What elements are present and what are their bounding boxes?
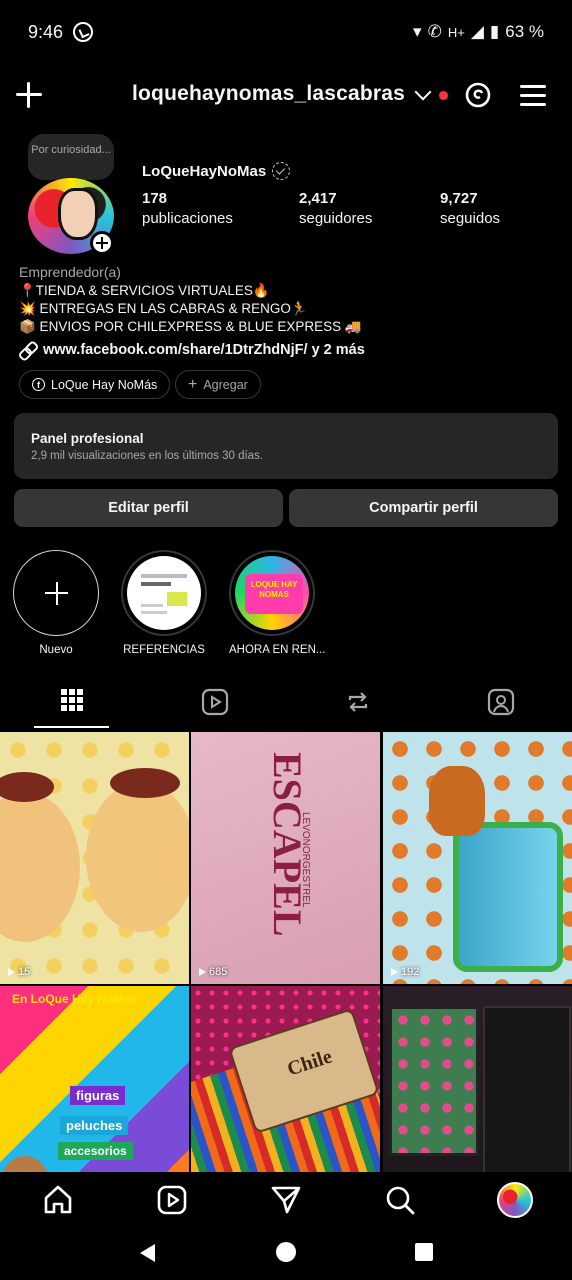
repost-icon [348, 692, 367, 712]
profile-header: loquehaynomas_lascabras [0, 72, 572, 122]
link-icon [19, 342, 35, 358]
tab-reposts[interactable] [286, 676, 429, 732]
grid-post[interactable]: 15 [0, 732, 189, 984]
network-type: H+ [447, 24, 465, 40]
battery-icon: ▮ [489, 22, 500, 41]
stat-followers[interactable]: 2,417 seguidores [299, 190, 372, 227]
status-bar: 9:46 ▾ ✆ H+ ◢ ▮ 63 % [0, 0, 572, 64]
home-icon[interactable] [40, 1182, 76, 1218]
promo-item: peluches [60, 1116, 129, 1135]
panel-subtitle: 2,9 mil visualizaciones en los últimos 3… [31, 450, 264, 462]
plus-icon [13, 550, 99, 636]
profile-category: Emprendedor(a) [19, 264, 121, 280]
active-tab-indicator [34, 726, 109, 728]
bio-link[interactable]: www.facebook.com/share/1DtrZhdNjF/ y 2 m… [19, 342, 365, 358]
threads-icon[interactable] [464, 81, 492, 109]
call-icon: ✆ [427, 22, 442, 41]
threads-badge-icon[interactable] [272, 162, 291, 180]
stat-following-label: seguidos [440, 210, 501, 227]
battery-percent: 63 % [505, 22, 544, 41]
wifi-icon: ▾ [413, 22, 422, 41]
edit-profile-button[interactable]: Editar perfil [14, 489, 283, 527]
reels-icon [201, 688, 228, 716]
highlight-ahora[interactable]: LOQUE HAY NOMAS AHORA EN REN... [229, 550, 326, 656]
profile-tabs [0, 676, 572, 732]
status-time: 9:46 [28, 21, 64, 42]
promo-title: En LoQue Hay NoMas [12, 992, 137, 1006]
bottom-nav [0, 1172, 572, 1228]
facebook-pill[interactable]: f LoQue Hay NoMás [19, 370, 171, 399]
tab-grid[interactable] [0, 676, 143, 732]
add-pill[interactable]: + Agregar [175, 370, 261, 399]
system-navigation [0, 1228, 572, 1280]
highlight-sign: LOQUE HAY NOMAS [245, 574, 303, 614]
views-count: 192 [391, 966, 419, 978]
grid-icon [60, 689, 83, 711]
create-icon[interactable] [14, 80, 44, 110]
bio-line: 📦 ENVIOS POR CHILEXPRESS & BLUE EXPRESS … [19, 319, 362, 334]
display-name: LoQueHayNoMas [142, 162, 267, 180]
highlight-cover [121, 550, 207, 636]
reels-nav-icon[interactable] [154, 1182, 190, 1218]
highlight-referencias[interactable]: REFERENCIAS [121, 550, 207, 656]
tab-tagged[interactable] [429, 676, 572, 732]
box-sub: LEVONORGESTREL [300, 812, 311, 908]
highlight-label: REFERENCIAS [123, 644, 205, 656]
account-username[interactable]: loquehaynomas_lascabras [132, 82, 405, 106]
search-icon[interactable] [382, 1182, 418, 1218]
bio-line: 📍TIENDA & SERVICIOS VIRTUALES🔥 [19, 283, 270, 298]
panel-title: Panel profesional [31, 431, 144, 446]
profile-nav-avatar[interactable] [497, 1182, 533, 1218]
note-bubble[interactable]: Por curiosidad... [28, 134, 114, 180]
whatsapp-icon [73, 22, 94, 42]
facebook-icon: f [32, 378, 45, 391]
menu-icon[interactable] [520, 82, 548, 108]
grid-post[interactable]: 192 [383, 732, 572, 984]
professional-dashboard[interactable]: Panel profesional 2,9 mil visualizacione… [14, 413, 558, 479]
recents-icon[interactable] [415, 1243, 433, 1261]
chevron-down-icon[interactable] [414, 83, 432, 101]
promo-item: figuras [70, 1086, 126, 1105]
promo-item: accesorios [58, 1142, 133, 1160]
views-count: 15 [8, 966, 30, 978]
add-story-icon[interactable] [90, 231, 114, 255]
facebook-pill-label: LoQue Hay NoMás [51, 377, 158, 392]
home-button-icon[interactable] [276, 1242, 296, 1262]
highlight-cover: LOQUE HAY NOMAS [229, 550, 315, 636]
highlight-new[interactable]: Nuevo [13, 550, 99, 656]
send-icon[interactable] [268, 1182, 304, 1218]
views-count: 685 [199, 966, 227, 978]
notification-dot [439, 91, 448, 100]
stat-following[interactable]: 9,727 seguidos [440, 190, 500, 227]
bio-link-text: www.facebook.com/share/1DtrZhdNjF/ y 2 m… [43, 342, 365, 358]
stat-posts[interactable]: 178 publicaciones [142, 190, 233, 227]
bio-line: 💥 ENTREGAS EN LAS CABRAS & RENGO🏃 [19, 301, 308, 316]
tagged-icon [487, 688, 514, 716]
share-profile-button[interactable]: Compartir perfil [289, 489, 558, 527]
stat-posts-label: publicaciones [142, 210, 233, 227]
stat-following-value: 9,727 [440, 190, 478, 207]
stat-posts-value: 178 [142, 190, 168, 207]
stat-followers-value: 2,417 [299, 190, 337, 207]
plus-icon: + [188, 375, 198, 393]
add-pill-label: Agregar [203, 377, 248, 392]
stat-followers-label: seguidores [299, 210, 373, 227]
back-icon[interactable] [137, 1242, 159, 1264]
tab-reels[interactable] [143, 676, 286, 732]
highlight-label: AHORA EN REN... [229, 644, 326, 656]
grid-post[interactable]: ESCAPEL LEVONORGESTREL 685 [191, 732, 380, 984]
highlight-label: Nuevo [39, 644, 73, 656]
avatar-face [58, 188, 98, 240]
display-name-row: LoQueHayNoMas [142, 162, 291, 180]
signal-icon: ◢ [470, 22, 484, 41]
status-icons: ▾ ✆ H+ ◢ ▮ 63 % [413, 22, 544, 42]
